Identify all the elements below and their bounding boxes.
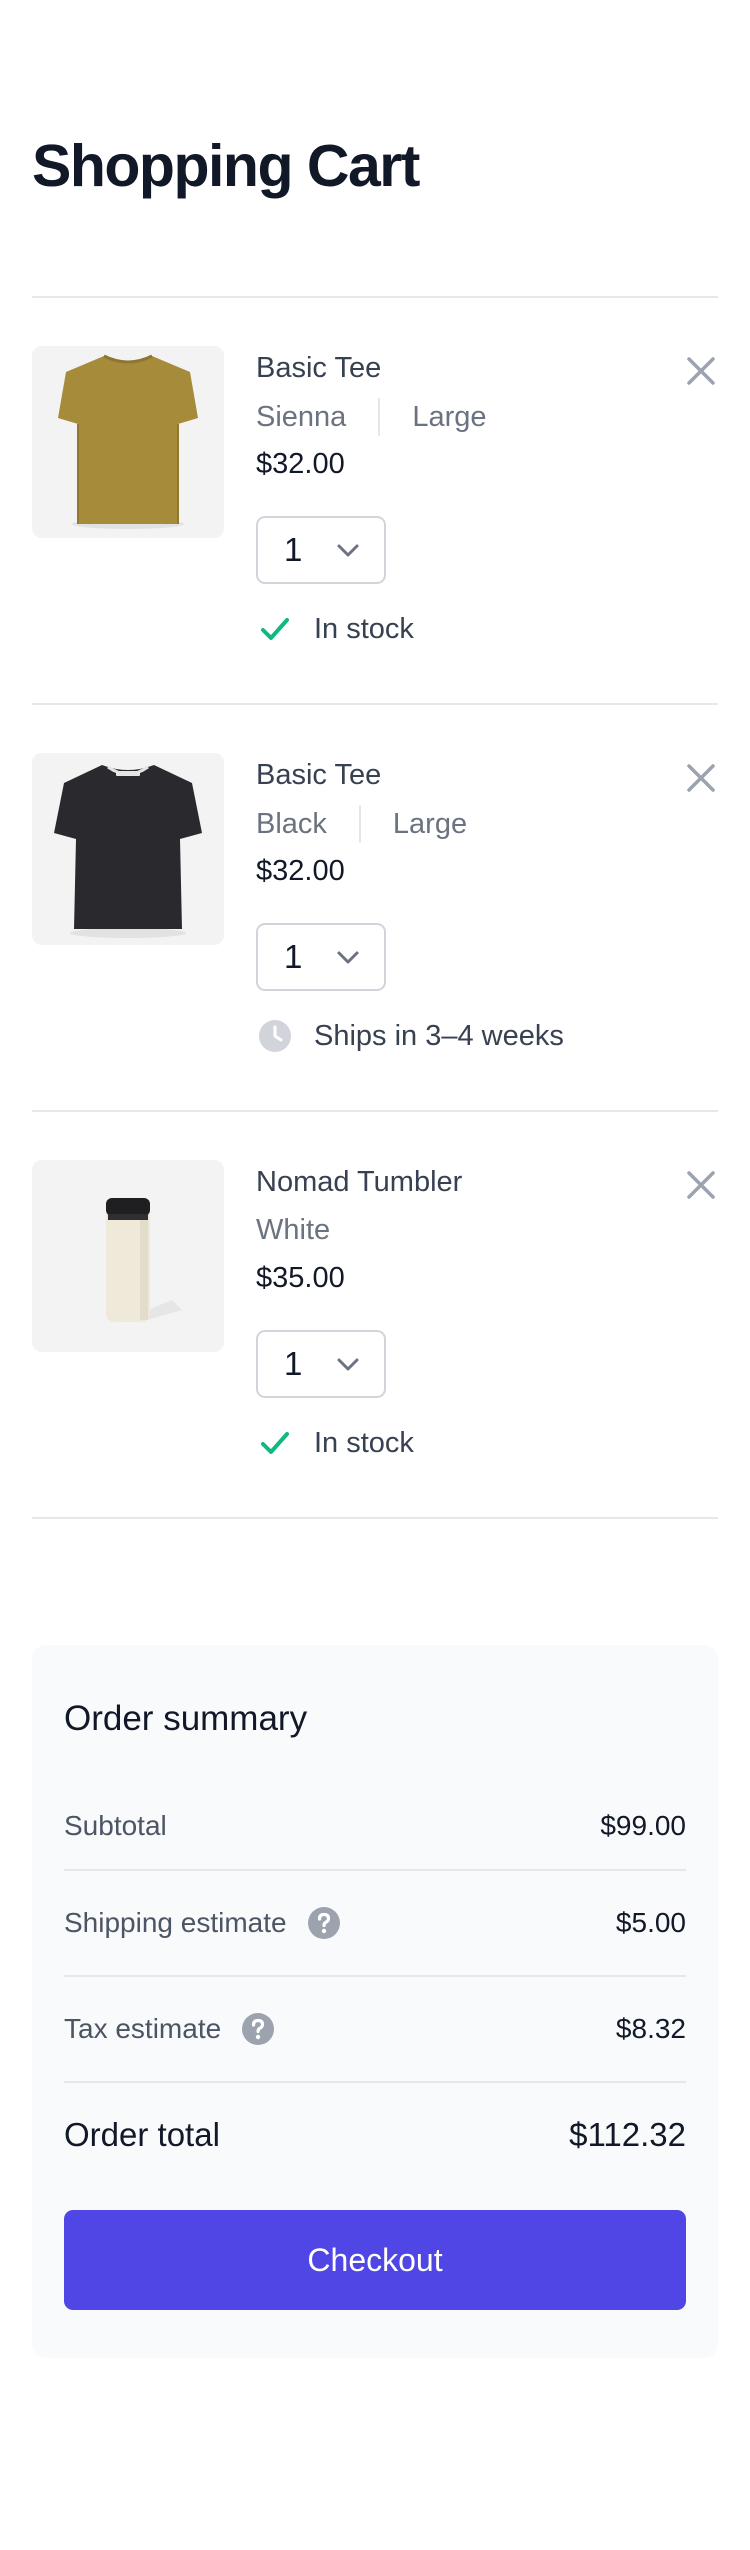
attribute-divider <box>358 805 361 843</box>
item-size: Large <box>412 401 487 433</box>
question-help-icon[interactable] <box>307 1906 341 1940</box>
availability-status: In stock <box>256 612 414 646</box>
availability-status: In stock <box>256 1426 414 1460</box>
quantity-select[interactable]: 1 <box>256 1330 386 1398</box>
item-color: Sienna <box>256 401 347 433</box>
clock-icon <box>259 1020 291 1052</box>
product-image-tee-black[interactable] <box>32 753 224 945</box>
item-name[interactable]: Nomad Tumbler <box>256 1164 462 1200</box>
shipping-row: Shipping estimate $5.00 <box>64 1869 686 1975</box>
chevron-down-icon <box>337 951 359 964</box>
remove-close-icon[interactable] <box>684 354 718 388</box>
cart-item: Basic Tee Black Large $32.00 1 Ships in … <box>32 705 718 1112</box>
tax-row: Tax estimate $8.32 <box>64 1975 686 2081</box>
remove-close-icon[interactable] <box>684 1168 718 1202</box>
tax-label: Tax estimate <box>64 2013 222 2044</box>
item-attributes: Sienna Large <box>256 398 486 436</box>
quantity-select[interactable]: 1 <box>256 516 386 584</box>
tax-value: $8.32 <box>615 2013 686 2044</box>
item-price: $35.00 <box>256 1262 345 1294</box>
order-total-row: Order total $112.32 <box>64 2081 686 2187</box>
quantity-value: 1 <box>284 1345 303 1382</box>
product-image-tumbler-white[interactable] <box>32 1160 224 1352</box>
subtotal-row: Subtotal $99.00 <box>64 1773 686 1879</box>
quantity-value: 1 <box>284 938 303 975</box>
subtotal-label: Subtotal <box>64 1810 167 1841</box>
item-attributes: Black Large <box>256 805 467 843</box>
quantity-select[interactable]: 1 <box>256 923 386 991</box>
page-title: Shopping Cart <box>32 133 420 199</box>
item-name[interactable]: Basic Tee <box>256 350 381 386</box>
cart-list: Basic Tee Sienna Large $32.00 1 In stock <box>32 296 718 1519</box>
check-icon <box>261 1432 289 1454</box>
availability-text: In stock <box>314 1426 414 1459</box>
item-price: $32.00 <box>256 448 345 480</box>
quantity-value: 1 <box>284 531 303 568</box>
remove-close-icon[interactable] <box>684 761 718 795</box>
item-attributes: White <box>256 1212 330 1248</box>
order-summary-title: Order summary <box>64 1699 308 1738</box>
order-summary: Order summary Subtotal $99.00 Shipping e… <box>32 1645 718 2358</box>
chevron-down-icon <box>337 544 359 557</box>
shipping-label: Shipping estimate <box>64 1907 287 1938</box>
item-color: Black <box>256 808 327 840</box>
subtotal-value: $99.00 <box>600 1810 686 1841</box>
item-color: White <box>256 1214 331 1246</box>
availability-text: In stock <box>314 612 414 645</box>
attribute-divider <box>378 398 381 436</box>
shipping-value: $5.00 <box>615 1907 686 1938</box>
checkout-button[interactable]: Checkout <box>64 2210 686 2310</box>
item-size: Large <box>392 808 468 840</box>
product-image-tee-sienna[interactable] <box>32 346 224 538</box>
question-help-icon[interactable] <box>241 2012 275 2046</box>
order-total-value: $112.32 <box>569 2116 686 2153</box>
check-icon <box>261 618 289 640</box>
order-total-label: Order total <box>64 2116 220 2153</box>
tax-label-group: Tax estimate <box>64 2012 275 2046</box>
cart-item: Nomad Tumbler White $35.00 1 In stock <box>32 1112 718 1519</box>
cart-item: Basic Tee Sienna Large $32.00 1 In stock <box>32 298 718 705</box>
availability-text: Ships in 3–4 weeks <box>314 1019 564 1052</box>
item-name[interactable]: Basic Tee <box>256 757 381 793</box>
shipping-label-group: Shipping estimate <box>64 1906 341 1940</box>
chevron-down-icon <box>337 1358 359 1371</box>
availability-status: Ships in 3–4 weeks <box>256 1019 564 1053</box>
item-price: $32.00 <box>256 855 345 887</box>
